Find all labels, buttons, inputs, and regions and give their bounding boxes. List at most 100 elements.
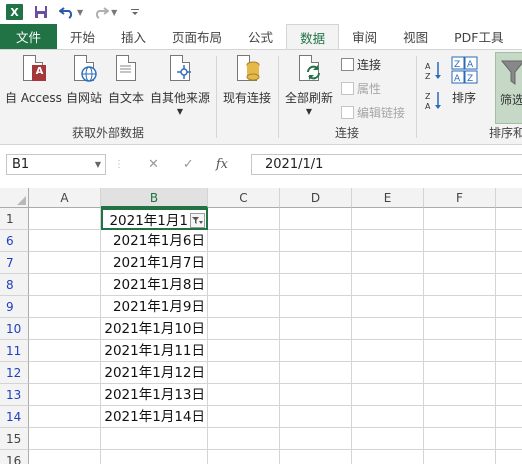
- row-header[interactable]: 6: [0, 230, 29, 252]
- cell[interactable]: [29, 274, 101, 296]
- connections-button[interactable]: 连接: [341, 56, 381, 73]
- cell[interactable]: [29, 428, 101, 450]
- row-header[interactable]: 15: [0, 428, 29, 450]
- cell-b[interactable]: 2021年1月9日: [101, 296, 208, 318]
- cell[interactable]: [496, 406, 522, 428]
- cell[interactable]: [352, 428, 424, 450]
- cell-b[interactable]: 2021年1月6日: [101, 230, 208, 252]
- row-header[interactable]: 16: [0, 450, 29, 464]
- cell[interactable]: [208, 384, 280, 406]
- cell[interactable]: [424, 296, 496, 318]
- column-header-e[interactable]: E: [352, 188, 424, 208]
- existing-connections-button[interactable]: 现有连接: [223, 55, 271, 105]
- cell[interactable]: [352, 384, 424, 406]
- cell[interactable]: [280, 208, 352, 230]
- cell[interactable]: [280, 318, 352, 340]
- autofilter-dropdown-icon[interactable]: [190, 213, 205, 228]
- cell[interactable]: [496, 252, 522, 274]
- from-web-button[interactable]: 自网站: [66, 55, 102, 105]
- cell[interactable]: [208, 450, 280, 464]
- cell[interactable]: [496, 340, 522, 362]
- cell[interactable]: [424, 318, 496, 340]
- edit-links-button[interactable]: 编辑链接: [341, 104, 405, 121]
- cell[interactable]: [496, 450, 522, 464]
- column-header-d[interactable]: D: [280, 188, 352, 208]
- from-text-button[interactable]: 自文本: [108, 55, 144, 105]
- cell[interactable]: [496, 230, 522, 252]
- cell-b[interactable]: 2021年1月12日: [101, 362, 208, 384]
- cell[interactable]: [496, 296, 522, 318]
- cell[interactable]: [352, 230, 424, 252]
- cell[interactable]: [208, 406, 280, 428]
- cell[interactable]: [280, 450, 352, 464]
- cell-b[interactable]: 2021年1月14日: [101, 406, 208, 428]
- row-header[interactable]: 10: [0, 318, 29, 340]
- enter-icon[interactable]: ✓: [183, 157, 194, 172]
- tab-page-layout[interactable]: 页面布局: [159, 24, 235, 49]
- row-header[interactable]: 9: [0, 296, 29, 318]
- cell[interactable]: [352, 362, 424, 384]
- from-access-button[interactable]: A 自 Access: [5, 55, 62, 105]
- sort-button[interactable]: ZAAZ 排序: [451, 55, 478, 105]
- undo-icon[interactable]: [59, 4, 75, 20]
- name-box-dropdown-icon[interactable]: ▼: [95, 155, 101, 174]
- cell[interactable]: [352, 406, 424, 428]
- cell-b[interactable]: 2021年1月8日: [101, 274, 208, 296]
- select-all-button[interactable]: [0, 188, 29, 208]
- cell[interactable]: [208, 318, 280, 340]
- tab-formulas[interactable]: 公式: [235, 24, 286, 49]
- name-box[interactable]: B1 ▼: [6, 154, 106, 175]
- cell[interactable]: [208, 428, 280, 450]
- cell-b[interactable]: 2021年1月11日: [101, 340, 208, 362]
- cell[interactable]: [280, 230, 352, 252]
- cell[interactable]: [208, 340, 280, 362]
- column-header-f[interactable]: F: [424, 188, 496, 208]
- cell[interactable]: [280, 384, 352, 406]
- from-other-sources-button[interactable]: 自其他来源 ▼: [150, 55, 210, 119]
- cell[interactable]: [496, 362, 522, 384]
- tab-file[interactable]: 文件: [0, 24, 57, 49]
- row-header[interactable]: 13: [0, 384, 29, 406]
- row-header[interactable]: 8: [0, 274, 29, 296]
- cell[interactable]: [424, 208, 496, 230]
- redo-icon[interactable]: [93, 4, 110, 20]
- tab-pdf-tools[interactable]: PDF工具: [441, 24, 516, 49]
- redo-dropdown-icon[interactable]: ▼: [111, 8, 117, 17]
- row-header[interactable]: 7: [0, 252, 29, 274]
- cell-b[interactable]: [101, 450, 208, 464]
- cell[interactable]: [352, 318, 424, 340]
- cell[interactable]: [29, 318, 101, 340]
- cell[interactable]: [352, 208, 424, 230]
- save-icon[interactable]: [33, 4, 49, 20]
- cell[interactable]: [29, 252, 101, 274]
- cancel-icon[interactable]: ✕: [148, 157, 159, 172]
- cell[interactable]: [280, 274, 352, 296]
- cell[interactable]: [496, 318, 522, 340]
- cell[interactable]: [29, 208, 101, 230]
- cell[interactable]: [280, 296, 352, 318]
- cell[interactable]: [280, 428, 352, 450]
- cell[interactable]: [496, 428, 522, 450]
- cell[interactable]: [424, 274, 496, 296]
- cell-b[interactable]: 2021年1月10日: [101, 318, 208, 340]
- cell[interactable]: [208, 252, 280, 274]
- cell[interactable]: [424, 450, 496, 464]
- customize-qat-icon[interactable]: [127, 4, 143, 20]
- cell-b[interactable]: 2021年1月7日: [101, 252, 208, 274]
- cell[interactable]: [280, 252, 352, 274]
- cell[interactable]: [208, 230, 280, 252]
- cell[interactable]: [424, 230, 496, 252]
- cell[interactable]: [29, 296, 101, 318]
- cell[interactable]: [352, 274, 424, 296]
- sort-a-to-z-button[interactable]: AZ: [425, 60, 443, 82]
- cell[interactable]: [424, 252, 496, 274]
- cell[interactable]: [352, 450, 424, 464]
- column-header-b[interactable]: B: [101, 188, 208, 208]
- cell[interactable]: [280, 362, 352, 384]
- cell[interactable]: [208, 362, 280, 384]
- cell[interactable]: [29, 340, 101, 362]
- refresh-all-button[interactable]: 全部刷新 ▼: [285, 55, 333, 119]
- formula-input[interactable]: 2021/1/1: [251, 154, 522, 175]
- cell[interactable]: [29, 450, 101, 464]
- cell[interactable]: [352, 340, 424, 362]
